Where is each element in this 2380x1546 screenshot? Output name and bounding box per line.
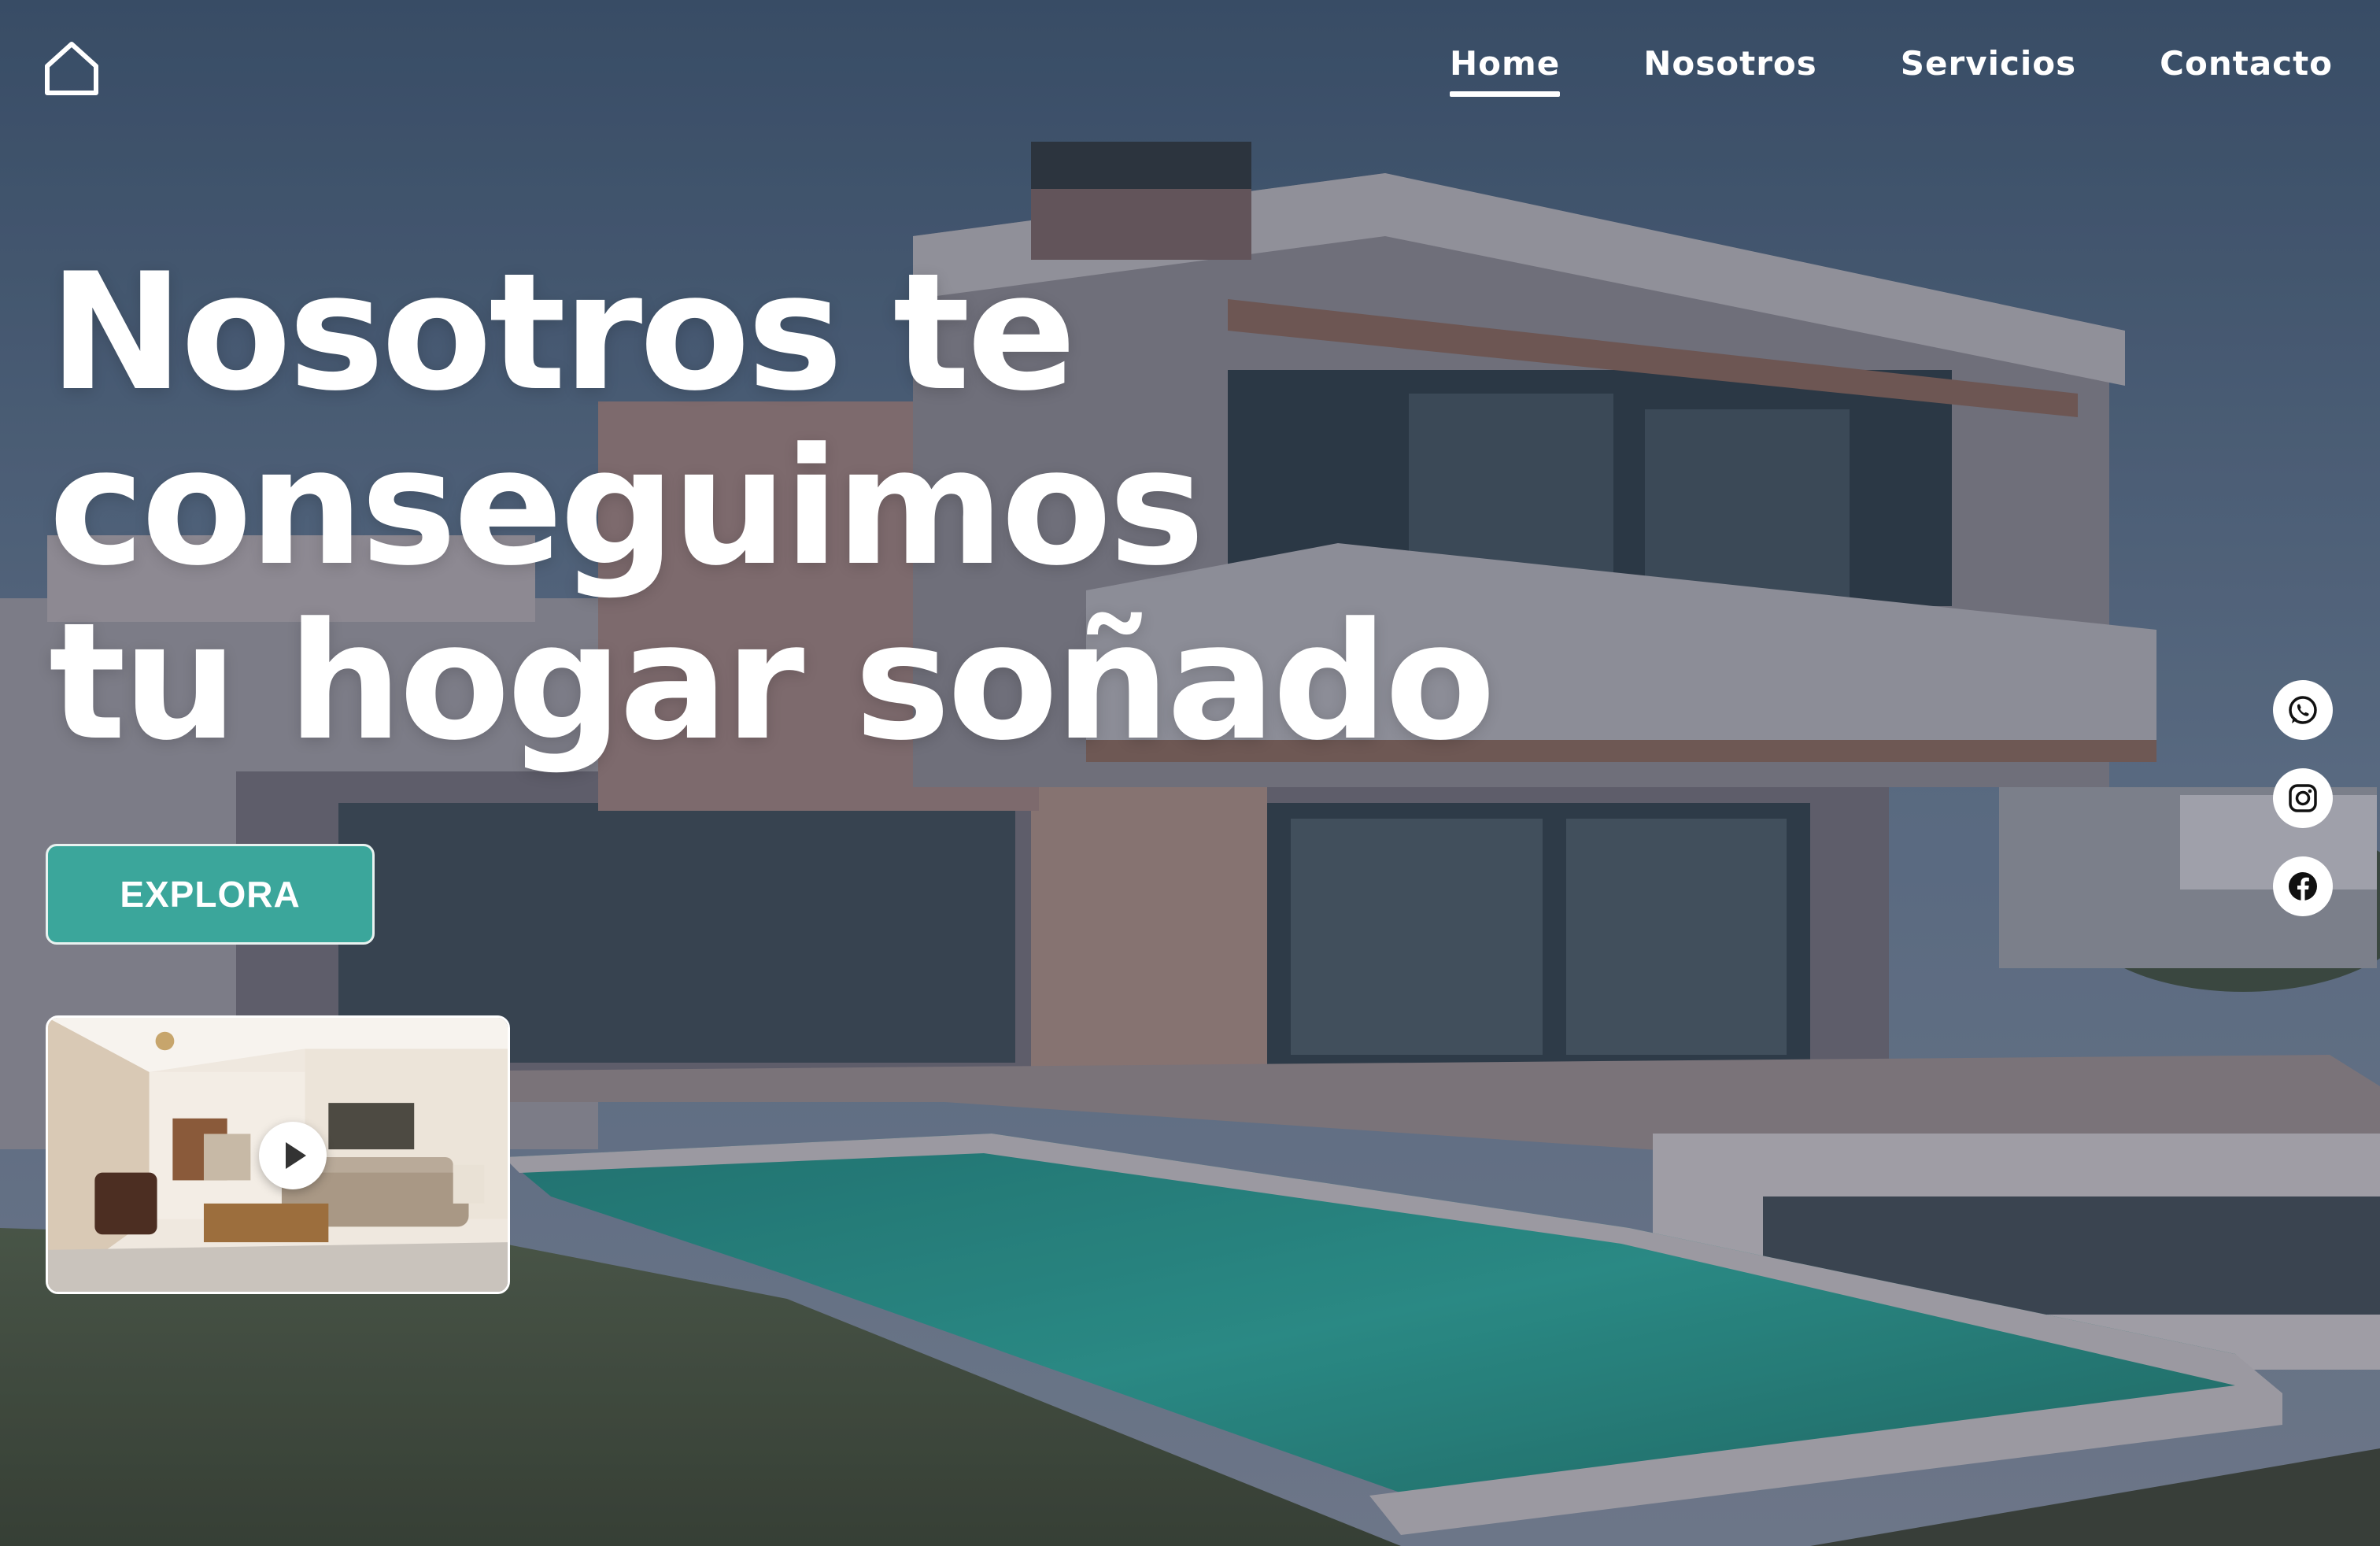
video-thumbnail[interactable] <box>46 1015 510 1294</box>
facebook-button[interactable] <box>2273 856 2333 916</box>
hero-section: Home Nosotros Servicios Contacto Nosotro… <box>0 0 2380 1546</box>
headline-line-2: conseguimos <box>49 414 1205 601</box>
instagram-button[interactable] <box>2273 768 2333 828</box>
explora-button[interactable]: EXPLORA <box>46 844 375 945</box>
nav-link-home[interactable]: Home <box>1450 44 1561 97</box>
play-icon[interactable] <box>259 1122 327 1189</box>
headline-line-1: Nosotros te <box>49 239 1077 427</box>
hero-headline: Nosotros te conseguimos tu hogar soñado <box>49 239 1495 776</box>
nav-link-contacto[interactable]: Contacto <box>2160 44 2333 91</box>
nav-link-servicios[interactable]: Servicios <box>1901 44 2076 91</box>
instagram-icon <box>2289 784 2317 812</box>
whatsapp-button[interactable] <box>2273 680 2333 740</box>
home-logo-icon[interactable] <box>42 39 101 98</box>
facebook-icon <box>2289 872 2317 901</box>
whatsapp-icon <box>2289 696 2317 724</box>
main-nav: Home Nosotros Servicios Contacto <box>1450 44 2333 97</box>
nav-link-nosotros[interactable]: Nosotros <box>1643 44 1817 91</box>
headline-line-3: tu hogar soñado <box>49 589 1495 776</box>
social-links <box>2273 680 2333 916</box>
